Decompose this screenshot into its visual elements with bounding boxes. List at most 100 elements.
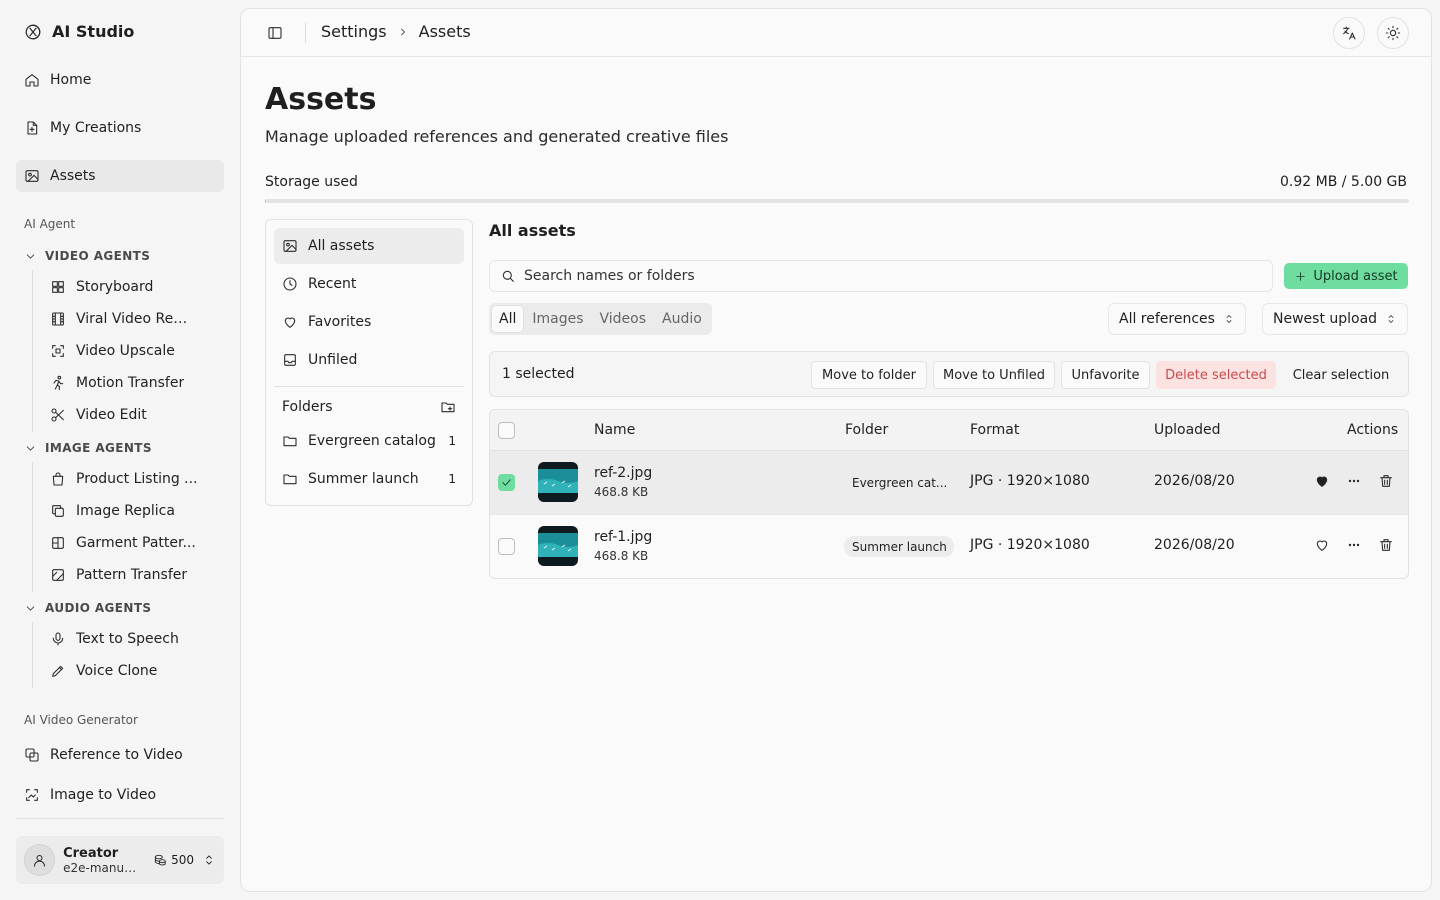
- filter-recent[interactable]: Recent: [274, 266, 464, 302]
- folder-plus-icon[interactable]: [440, 399, 456, 415]
- sidebar-toggle-icon[interactable]: [267, 25, 283, 41]
- agent-video-upscale[interactable]: Video Upscale: [42, 337, 222, 365]
- scan-icon: [50, 343, 66, 359]
- translate-icon: [1343, 26, 1356, 40]
- agent-product-listing[interactable]: Product Listing ...: [42, 465, 222, 493]
- agent-label: Video Upscale: [76, 343, 175, 359]
- search-box: [489, 260, 1273, 292]
- nav-assets[interactable]: Assets: [16, 160, 224, 192]
- heart-icon[interactable]: [1314, 537, 1330, 553]
- column-format: Format: [970, 422, 1020, 438]
- more-icon[interactable]: [1346, 537, 1362, 553]
- chevron-right-icon: [397, 26, 409, 38]
- main-panel: Settings Assets Assets Manage uploaded r…: [240, 8, 1432, 892]
- group-audio-agents[interactable]: AUDIO AGENTS: [24, 601, 151, 615]
- section-ai-agent: AI Agent: [24, 217, 76, 231]
- row-checkbox[interactable]: [498, 538, 515, 555]
- folders-header: Folders: [282, 399, 456, 415]
- plus-icon: [1296, 271, 1306, 281]
- nav-home[interactable]: Home: [16, 64, 224, 96]
- unfavorite-button[interactable]: Unfavorite: [1061, 361, 1150, 389]
- agent-voice-clone[interactable]: Voice Clone: [42, 657, 222, 685]
- trash-icon[interactable]: [1378, 537, 1394, 553]
- agent-label: Pattern Transfer: [76, 567, 188, 583]
- agent-video-edit[interactable]: Video Edit: [42, 401, 222, 429]
- type-tabs: All Images Videos Audio: [489, 303, 712, 335]
- folder-summer-launch[interactable]: Summer launch 1: [274, 463, 464, 495]
- nav-reference-to-video[interactable]: Reference to Video: [16, 739, 224, 771]
- breadcrumb-settings[interactable]: Settings: [321, 22, 387, 41]
- chevrons-up-down-icon: [1226, 315, 1232, 323]
- filter-label: Favorites: [308, 314, 372, 330]
- clear-selection-button[interactable]: Clear selection: [1282, 361, 1400, 389]
- filter-unfiled[interactable]: Unfiled: [274, 342, 464, 378]
- column-uploaded: Uploaded: [1154, 422, 1221, 438]
- move-to-unfiled-button[interactable]: Move to Unfiled: [933, 361, 1055, 389]
- tab-all[interactable]: All: [492, 306, 524, 332]
- tab-videos[interactable]: Videos: [593, 306, 654, 332]
- asset-folder-badge[interactable]: Evergreen cat...: [844, 472, 954, 493]
- theme-toggle-button[interactable]: [1377, 17, 1409, 49]
- running-person-icon: [50, 375, 66, 391]
- folder-icon: [282, 433, 298, 449]
- upload-asset-button[interactable]: Upload asset: [1284, 263, 1408, 289]
- move-to-folder-button[interactable]: Move to folder: [811, 361, 927, 389]
- asset-name[interactable]: ref-2.jpg: [594, 465, 652, 481]
- filter-favorites[interactable]: Favorites: [274, 304, 464, 340]
- selection-bar: 1 selected Move to folder Move to Unfile…: [489, 351, 1409, 397]
- tab-images[interactable]: Images: [525, 306, 590, 332]
- search-input[interactable]: [524, 268, 1224, 284]
- nav-my-creations-label: My Creations: [50, 120, 142, 136]
- pen-icon: [50, 663, 66, 679]
- group-image-agents[interactable]: IMAGE AGENTS: [24, 441, 152, 455]
- shopping-bag-icon: [50, 471, 66, 487]
- group-video-agents[interactable]: VIDEO AGENTS: [24, 249, 150, 263]
- agent-viral-video-remix[interactable]: Viral Video Rem...: [42, 305, 222, 333]
- trash-icon[interactable]: [1378, 473, 1394, 489]
- user-menu[interactable]: Creator e2e-manua... 500: [16, 836, 224, 884]
- sort-select[interactable]: Newest upload: [1262, 303, 1409, 335]
- filter-all-assets[interactable]: All assets: [274, 228, 464, 264]
- agent-garment-pattern[interactable]: Garment Patter...: [42, 529, 222, 557]
- nav-image-to-video-label: Image to Video: [50, 787, 157, 803]
- agent-label: Video Edit: [76, 407, 147, 423]
- delete-selected-button[interactable]: Delete selected: [1156, 361, 1276, 389]
- nav-image-to-video[interactable]: Image to Video: [16, 779, 224, 811]
- heart-filled-icon[interactable]: [1314, 473, 1330, 489]
- agent-label: Product Listing ...: [76, 471, 198, 487]
- language-button[interactable]: [1333, 17, 1365, 49]
- nav-my-creations[interactable]: My Creations: [16, 112, 224, 144]
- asset-thumbnail[interactable]: [538, 526, 578, 566]
- avatar: [24, 844, 56, 876]
- folder-evergreen-catalog[interactable]: Evergreen catalog 1: [274, 425, 464, 457]
- row-checkbox[interactable]: [498, 474, 515, 491]
- agent-label: Image Replica: [76, 503, 175, 519]
- content-title: All assets: [489, 221, 576, 240]
- reference-filter-select[interactable]: All references: [1108, 303, 1246, 335]
- agent-text-to-speech[interactable]: Text to Speech: [42, 625, 222, 653]
- storage-progress-bar: [265, 199, 1409, 203]
- asset-name[interactable]: ref-1.jpg: [594, 529, 652, 545]
- tab-audio[interactable]: Audio: [655, 306, 709, 332]
- agent-storyboard[interactable]: Storyboard: [42, 273, 222, 301]
- agent-motion-transfer[interactable]: Motion Transfer: [42, 369, 222, 397]
- asset-size: 468.8 KB: [594, 485, 649, 499]
- more-icon[interactable]: [1346, 473, 1362, 489]
- select-all-checkbox[interactable]: [498, 422, 515, 439]
- agent-image-replica[interactable]: Image Replica: [42, 497, 222, 525]
- table-row[interactable]: ref-1.jpg 468.8 KB Summer launch JPG · 1…: [490, 515, 1408, 578]
- app-title: AI Studio: [52, 22, 135, 41]
- search-icon: [500, 268, 516, 284]
- image-icon: [282, 238, 298, 254]
- asset-folder-badge[interactable]: Summer launch: [844, 536, 954, 557]
- credits-value: 500: [171, 853, 194, 867]
- asset-size: 468.8 KB: [594, 549, 649, 563]
- copy-icon: [50, 503, 66, 519]
- asset-thumbnail[interactable]: [538, 462, 578, 502]
- pattern-icon: [50, 535, 66, 551]
- brand[interactable]: AI Studio: [24, 22, 134, 41]
- storage-value: 0.92 MB / 5.00 GB: [1280, 174, 1407, 190]
- sort-value: Newest upload: [1273, 311, 1378, 327]
- table-row[interactable]: ref-2.jpg 468.8 KB Evergreen cat... JPG …: [490, 451, 1408, 515]
- agent-pattern-transfer[interactable]: Pattern Transfer: [42, 561, 222, 589]
